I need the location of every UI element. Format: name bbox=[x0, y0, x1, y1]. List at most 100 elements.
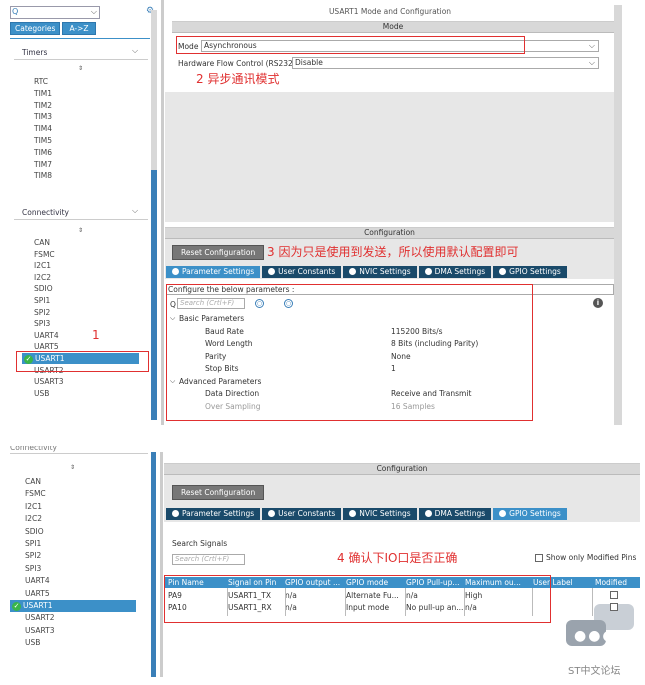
annotation-1: 1 bbox=[92, 328, 100, 342]
chevron-down-icon: ⌵ bbox=[588, 58, 595, 67]
sidebar-item-usart3[interactable]: USART3 bbox=[34, 377, 64, 386]
sidebar-item-usart3[interactable]: USART3 bbox=[25, 626, 55, 635]
sidebar-item-spi1[interactable]: SPI1 bbox=[34, 296, 50, 305]
highlight-usart1 bbox=[16, 351, 149, 372]
sidebar-item-sdio[interactable]: SDIO bbox=[25, 527, 44, 536]
tab-label: Parameter Settings bbox=[182, 509, 255, 518]
sidebar-item-sdio[interactable]: SDIO bbox=[34, 284, 53, 293]
check-circle-icon bbox=[499, 510, 507, 517]
chevron-down-icon[interactable]: ⌵ bbox=[132, 46, 138, 56]
tab-a-z[interactable]: A->Z bbox=[62, 22, 96, 35]
sidebar-item-uart4[interactable]: UART4 bbox=[34, 331, 59, 340]
highlight-params bbox=[166, 284, 533, 421]
chevron-down-icon[interactable]: ⌵ bbox=[132, 206, 138, 216]
sidebar-item-rtc[interactable]: RTC bbox=[34, 77, 48, 86]
tab-label: GPIO Settings bbox=[509, 509, 561, 518]
sidebar-item-i2c1[interactable]: I2C1 bbox=[34, 261, 51, 270]
sidebar-item-spi3[interactable]: SPI3 bbox=[34, 319, 50, 328]
column-header-7[interactable]: Modified bbox=[595, 577, 640, 588]
sidebar-item-tim7[interactable]: TIM7 bbox=[34, 160, 52, 169]
sidebar-item-spi2[interactable]: SPI2 bbox=[34, 308, 50, 317]
bottom-configuration-header: Configuration bbox=[164, 463, 640, 475]
show-modified-checkbox[interactable] bbox=[535, 554, 543, 562]
sidebar-item-i2c1[interactable]: I2C1 bbox=[25, 502, 42, 511]
highlight-gpio bbox=[164, 575, 551, 623]
divider bbox=[10, 453, 148, 454]
hwflow-select[interactable]: Disable ⌵ bbox=[292, 57, 599, 69]
sidebar-item-usart1[interactable]: ✓ USART1 bbox=[10, 600, 136, 612]
sidebar-item-usb[interactable]: USB bbox=[34, 389, 49, 398]
highlight-mode bbox=[176, 36, 525, 54]
tab-categories[interactable]: Categories bbox=[10, 22, 61, 35]
sidebar-item-spi3[interactable]: SPI3 bbox=[25, 564, 41, 573]
sidebar-item-tim3[interactable]: TIM3 bbox=[34, 112, 52, 121]
sidebar-item-tim4[interactable]: TIM4 bbox=[34, 124, 52, 133]
tab-gpio-settings[interactable]: GPIO Settings bbox=[493, 508, 567, 520]
sidebar-item-usb[interactable]: USB bbox=[25, 638, 40, 647]
check-icon: ✓ bbox=[12, 601, 21, 611]
sidebar-item-tim8[interactable]: TIM8 bbox=[34, 171, 52, 180]
reset-configuration-button[interactable]: Reset Configuration bbox=[172, 485, 265, 500]
modified-checkbox[interactable] bbox=[610, 603, 618, 611]
sort-icon[interactable]: ⇕ bbox=[78, 227, 83, 234]
sidebar-item-i2c2[interactable]: I2C2 bbox=[34, 273, 51, 282]
dropdown-icon: ⌵ bbox=[90, 7, 97, 16]
check-circle-icon bbox=[424, 510, 432, 517]
sort-icon[interactable]: ⇕ bbox=[70, 464, 75, 471]
sidebar-item-tim2[interactable]: TIM2 bbox=[34, 101, 52, 110]
section-connectivity[interactable]: Connectivity bbox=[22, 208, 69, 217]
signals-search-input[interactable]: Search (Crtl+F) bbox=[172, 554, 245, 565]
sidebar-item-fsmc[interactable]: FSMC bbox=[34, 250, 55, 259]
tab-dma-settings[interactable]: DMA Settings bbox=[418, 266, 492, 278]
tab-nvic-settings[interactable]: NVIC Settings bbox=[343, 508, 417, 520]
tab-label: DMA Settings bbox=[434, 267, 486, 276]
sort-icon[interactable]: ⇕ bbox=[78, 65, 83, 72]
tab-nvic-settings[interactable]: NVIC Settings bbox=[343, 266, 417, 278]
divider bbox=[14, 59, 148, 60]
sidebar-item-tim1[interactable]: TIM1 bbox=[34, 89, 52, 98]
tab-label: NVIC Settings bbox=[359, 509, 411, 518]
sidebar-scrollbar[interactable] bbox=[151, 170, 157, 420]
hwflow-value: Disable bbox=[295, 58, 323, 67]
check-circle-icon bbox=[172, 268, 179, 275]
tab-gpio-settings[interactable]: GPIO Settings bbox=[493, 266, 567, 278]
section-timers[interactable]: Timers bbox=[22, 48, 47, 57]
check-circle-icon bbox=[349, 268, 357, 275]
tab-label: DMA Settings bbox=[434, 509, 486, 518]
info-icon[interactable]: i bbox=[593, 298, 603, 308]
check-circle-icon bbox=[499, 268, 507, 275]
sidebar-search-input[interactable]: Q ⌵ bbox=[10, 6, 100, 19]
sidebar-item-tim6[interactable]: TIM6 bbox=[34, 148, 52, 157]
bottom-sidebar-scrollbar[interactable] bbox=[151, 452, 156, 677]
chat-dots: ●●● bbox=[574, 628, 617, 644]
tab-parameter-settings[interactable]: Parameter Settings bbox=[166, 508, 261, 520]
sidebar-item-can[interactable]: CAN bbox=[25, 477, 41, 486]
sidebar-item-can[interactable]: CAN bbox=[34, 238, 50, 247]
sidebar-item-uart4[interactable]: UART4 bbox=[25, 576, 50, 585]
tab-user-constants[interactable]: User Constants bbox=[262, 266, 342, 278]
search-icon: Q bbox=[12, 7, 19, 16]
right-scrollbar[interactable] bbox=[614, 5, 622, 425]
tab-label: User Constants bbox=[278, 509, 336, 518]
check-circle-icon bbox=[172, 510, 179, 517]
tab-parameter-settings[interactable]: Parameter Settings bbox=[166, 266, 261, 278]
tab-label: NVIC Settings bbox=[359, 267, 411, 276]
tab-label: GPIO Settings bbox=[509, 267, 561, 276]
chevron-down-icon: ⌵ bbox=[588, 41, 595, 50]
panel-separator bbox=[161, 0, 164, 425]
reset-configuration-button[interactable]: Reset Configuration bbox=[172, 245, 265, 260]
configuration-header: Configuration bbox=[165, 227, 614, 239]
sidebar-item-usart2[interactable]: USART2 bbox=[25, 613, 55, 622]
tab-user-constants[interactable]: User Constants bbox=[262, 508, 342, 520]
tab-dma-settings[interactable]: DMA Settings bbox=[418, 508, 492, 520]
sidebar-item-tim5[interactable]: TIM5 bbox=[34, 136, 52, 145]
sidebar-item-spi1[interactable]: SPI1 bbox=[25, 539, 41, 548]
modified-checkbox[interactable] bbox=[610, 591, 618, 599]
sidebar-item-spi2[interactable]: SPI2 bbox=[25, 551, 41, 560]
sidebar-item-i2c2[interactable]: I2C2 bbox=[25, 514, 42, 523]
check-circle-icon bbox=[268, 510, 276, 517]
sidebar-item-fsmc[interactable]: FSMC bbox=[25, 489, 46, 498]
panel-separator bbox=[160, 452, 163, 677]
sidebar-item-uart5[interactable]: UART5 bbox=[25, 589, 50, 598]
divider bbox=[10, 38, 150, 39]
